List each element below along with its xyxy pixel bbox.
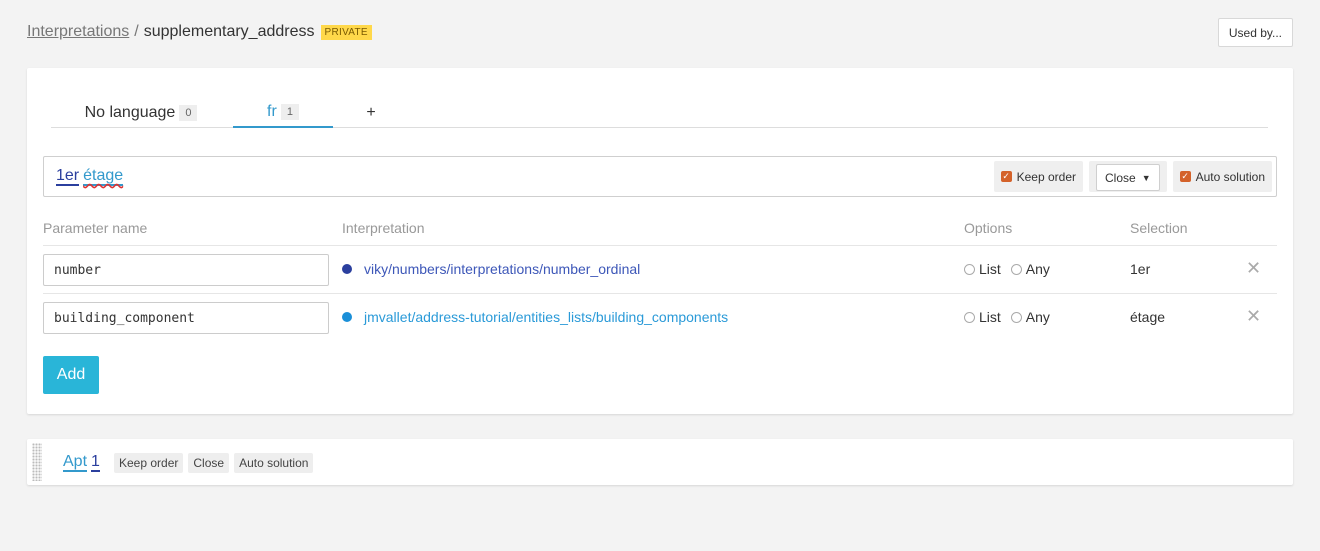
highlighted-word: Apt — [63, 453, 88, 472]
page-header: Interpretations / supplementary_address … — [27, 18, 1293, 50]
header-options: Options — [964, 220, 1013, 236]
sentence-controls: ✓ Keep order Close ▼ ✓ Auto solution — [993, 161, 1272, 192]
sentence-text: Apt 1 — [63, 453, 100, 472]
keep-order-checkbox[interactable]: ✓ Keep order — [993, 161, 1083, 192]
page-title: supplementary_address — [143, 23, 315, 40]
sentence-editor[interactable]: 1er étage ✓ Keep order Close ▼ ✓ Auto sol… — [43, 156, 1277, 197]
radio-icon — [964, 263, 975, 275]
header-selection: Selection — [1130, 220, 1188, 236]
table-row: viky/numbers/interpretations/number_ordi… — [43, 246, 1277, 294]
radio-icon — [1010, 263, 1022, 275]
check-icon: ✓ — [1179, 171, 1191, 182]
header-interpretation: Interpretation — [342, 220, 425, 236]
tag-keep-order: Keep order — [114, 453, 184, 473]
option-label: Any — [1025, 309, 1050, 325]
parameter-name-input[interactable] — [43, 254, 329, 286]
breadcrumb-separator: / — [134, 23, 139, 40]
tag-auto-solution: Auto solution — [234, 453, 314, 473]
sentence-text[interactable]: 1er étage — [56, 167, 124, 186]
option-label: List — [979, 309, 1001, 325]
breadcrumb: Interpretations / supplementary_address … — [27, 23, 372, 41]
option-any-radio[interactable]: Any — [1010, 309, 1050, 325]
close-select-wrapper: Close ▼ — [1089, 161, 1167, 192]
add-button[interactable]: Add — [43, 356, 99, 394]
private-badge: PRIVATE — [320, 24, 372, 40]
check-icon: ✓ — [1000, 171, 1012, 182]
highlighted-word[interactable]: 1er — [56, 167, 80, 186]
interpretation-link[interactable]: jmvallet/address-tutorial/entities_lists… — [364, 309, 728, 325]
close-icon[interactable]: ✕ — [1246, 306, 1261, 327]
sentence-tags: Keep order Close Auto solution — [114, 453, 314, 473]
parameters-table: Parameter name Interpretation Options Se… — [43, 218, 1277, 342]
tab-no-language[interactable]: No language 0 — [51, 98, 231, 128]
breadcrumb-link-interpretations[interactable]: Interpretations — [27, 23, 129, 41]
option-label: List — [979, 261, 1001, 277]
used-by-button[interactable]: Used by... — [1217, 18, 1293, 47]
tab-add-language[interactable]: + — [351, 98, 391, 128]
option-any-radio[interactable]: Any — [1010, 261, 1050, 277]
drag-handle-icon[interactable] — [32, 443, 42, 481]
interpretation-link[interactable]: viky/numbers/interpretations/number_ordi… — [364, 261, 640, 277]
header-parameter-name: Parameter name — [43, 220, 148, 236]
table-header: Parameter name Interpretation Options Se… — [43, 218, 1277, 246]
tab-count: 0 — [179, 105, 198, 121]
tab-fr[interactable]: fr 1 — [233, 98, 333, 128]
interpretation-cell: viky/numbers/interpretations/number_ordi… — [342, 261, 640, 277]
keep-order-label: Keep order — [1016, 169, 1076, 184]
option-list-radio[interactable]: List — [964, 309, 1001, 325]
radio-icon — [1010, 311, 1022, 323]
collapsed-sentence-card[interactable]: Apt 1 Keep order Close Auto solution — [27, 439, 1293, 485]
parameter-name-input[interactable] — [43, 302, 329, 334]
tab-label: fr — [267, 103, 277, 120]
highlighted-word: 1 — [91, 453, 100, 472]
option-list-radio[interactable]: List — [964, 261, 1001, 277]
radio-icon — [964, 311, 975, 323]
auto-solution-label: Auto solution — [1195, 169, 1265, 184]
selection-value: 1er — [1130, 261, 1151, 277]
close-icon[interactable]: ✕ — [1246, 258, 1261, 279]
color-dot-icon — [342, 264, 352, 274]
tab-count: 1 — [280, 104, 299, 120]
color-dot-icon — [342, 312, 352, 322]
interpretation-cell: jmvallet/address-tutorial/entities_lists… — [342, 309, 728, 325]
interpretation-card: No language 0 fr 1 + 1er étage ✓ Keep ord… — [27, 68, 1293, 414]
highlighted-word[interactable]: étage — [83, 167, 124, 186]
auto-solution-checkbox[interactable]: ✓ Auto solution — [1172, 161, 1272, 192]
language-tabs: No language 0 fr 1 + — [51, 98, 1268, 128]
tag-close: Close — [188, 453, 230, 473]
chevron-down-icon: ▼ — [1141, 172, 1151, 183]
close-select-value: Close — [1105, 170, 1136, 185]
table-row: jmvallet/address-tutorial/entities_lists… — [43, 294, 1277, 342]
options-cell: List Any — [964, 309, 1050, 325]
options-cell: List Any — [964, 261, 1050, 277]
close-select[interactable]: Close ▼ — [1096, 164, 1160, 191]
selection-value: étage — [1130, 309, 1166, 325]
option-label: Any — [1025, 261, 1050, 277]
tab-label: No language — [84, 104, 176, 121]
